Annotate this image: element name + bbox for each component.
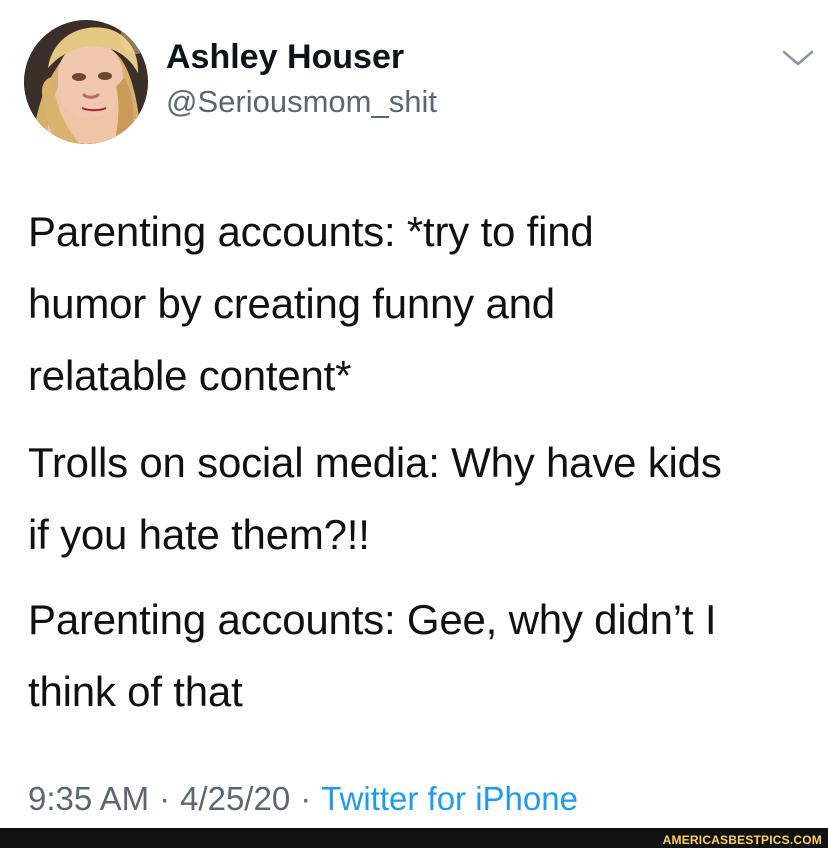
tweet-paragraph-1: Parenting accounts: *try to find humor b… xyxy=(28,196,594,413)
tweet-paragraph-2: Trolls on social media: Why have kids if… xyxy=(28,427,722,571)
chevron-down-icon xyxy=(782,50,814,66)
tweet-meta: 9:35 AM · 4/25/20 · Twitter for iPhone xyxy=(28,782,578,815)
tweet-line: Parenting accounts: *try to find xyxy=(28,208,594,255)
tweet-time: 9:35 AM xyxy=(28,780,150,817)
footer-bar: AMERICASBESTPICS.COM xyxy=(0,828,828,848)
author-handle[interactable]: @Seriousmom_shit xyxy=(166,86,437,117)
tweet-line: relatable content* xyxy=(28,352,352,400)
watermark: AMERICASBESTPICS.COM xyxy=(662,833,822,847)
meta-separator: · xyxy=(159,780,171,817)
profile-photo-icon xyxy=(24,20,148,144)
tweet-date: 4/25/20 xyxy=(180,780,291,817)
meta-separator: · xyxy=(300,780,312,817)
tweet-line: humor by creating funny and xyxy=(28,280,555,328)
avatar[interactable] xyxy=(24,20,148,144)
more-button[interactable] xyxy=(781,46,815,70)
tweet-paragraph-3: Parenting accounts: Gee, why didn’t I th… xyxy=(28,584,717,728)
author-name[interactable]: Ashley Houser xyxy=(166,40,404,74)
tweet-card: Ashley Houser @Seriousmom_shit Parenting… xyxy=(0,0,828,828)
tweet-source-link[interactable]: Twitter for iPhone xyxy=(321,780,578,817)
tweet-line: think of that xyxy=(28,668,243,716)
tweet-line: if you hate them?!! xyxy=(28,511,370,559)
tweet-line: Trolls on social media: Why have kids xyxy=(28,439,722,486)
tweet-line: Parenting accounts: Gee, why didn’t I xyxy=(28,596,717,643)
